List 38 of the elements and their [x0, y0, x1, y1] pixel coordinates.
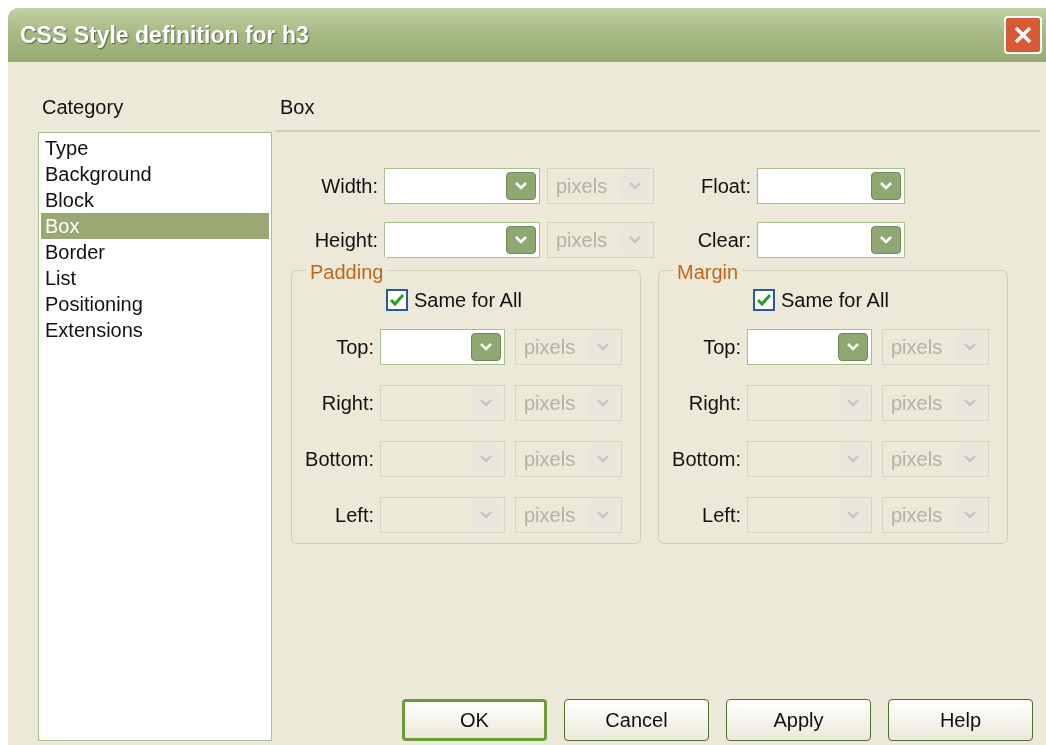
- category-label: Category: [41, 95, 125, 120]
- dialog-button[interactable]: Cancel: [564, 699, 709, 741]
- field-label: Left:: [334, 503, 375, 528]
- field-label: Right:: [320, 391, 375, 416]
- category-item[interactable]: Border: [41, 239, 269, 265]
- dropdown[interactable]: [747, 329, 872, 365]
- field-label: Right:: [687, 391, 742, 416]
- field-label: Height:: [313, 228, 379, 253]
- field-label: Float:: [699, 174, 752, 199]
- field-label: Clear:: [696, 228, 752, 253]
- checkbox[interactable]: [753, 289, 775, 311]
- field-label: Bottom:: [304, 447, 375, 472]
- dropdown[interactable]: [384, 168, 540, 204]
- category-item[interactable]: Block: [41, 187, 269, 213]
- category-item[interactable]: Background: [41, 161, 269, 187]
- field-label: Left:: [701, 503, 742, 528]
- dropdown[interactable]: [384, 222, 540, 258]
- dialog-button[interactable]: OK: [402, 699, 547, 741]
- field-label: Width:: [320, 174, 379, 199]
- checkbox-label: Same for All: [781, 288, 889, 313]
- close-button[interactable]: [1004, 16, 1042, 54]
- dialog-button[interactable]: Apply: [726, 699, 871, 741]
- category-item[interactable]: Extensions: [41, 317, 269, 343]
- panel-title: Box: [276, 92, 1040, 132]
- checkbox-label: Same for All: [414, 288, 522, 313]
- close-icon: [1013, 25, 1033, 45]
- field-label: Top:: [702, 335, 742, 360]
- dialog-button[interactable]: Help: [888, 699, 1033, 741]
- window-title: CSS Style definition for h3: [20, 20, 309, 50]
- dropdown[interactable]: [380, 329, 505, 365]
- checkbox[interactable]: [386, 289, 408, 311]
- dropdown[interactable]: [757, 222, 905, 258]
- dropdown[interactable]: [757, 168, 905, 204]
- category-item[interactable]: Type: [41, 135, 269, 161]
- category-item[interactable]: Positioning: [41, 291, 269, 317]
- field-label: Bottom:: [671, 447, 742, 472]
- field-label: Top:: [335, 335, 375, 360]
- category-item[interactable]: List: [41, 265, 269, 291]
